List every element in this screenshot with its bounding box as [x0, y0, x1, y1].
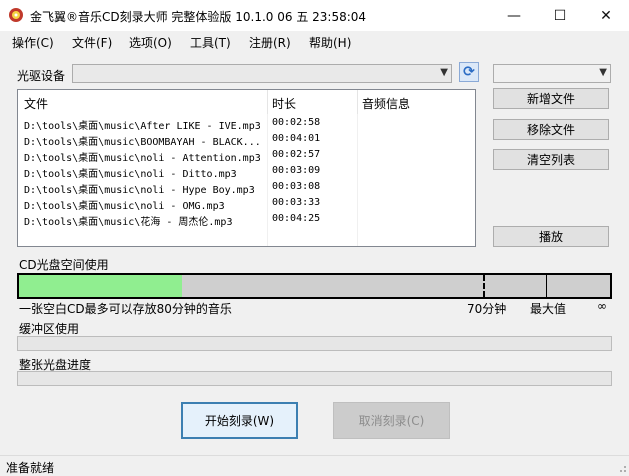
file-path: D:\tools\桌面\music\noli - Ditto.mp3 [24, 169, 237, 180]
add-file-button[interactable]: 新增文件 [493, 88, 609, 109]
table-row[interactable]: D:\tools\桌面\music\noli - Hype Boy.mp3 00… [18, 180, 475, 196]
table-row[interactable]: D:\tools\桌面\music\花海 - 周杰伦.mp3 00:04:25 [18, 212, 475, 228]
column-header-file[interactable]: 文件 [24, 95, 48, 112]
file-duration: 00:04:01 [272, 133, 321, 144]
buffer-progress-bar [17, 336, 612, 351]
maximize-button[interactable]: ☐ [537, 0, 583, 31]
mark-70-min-label: 70分钟 [467, 302, 507, 316]
file-duration: 00:03:33 [272, 197, 321, 208]
file-path: D:\tools\桌面\music\BOOMBAYAH - BLACK... [24, 137, 261, 148]
cd-space-label: CD光盘空间使用 [19, 258, 109, 272]
menu-options[interactable]: 选项(O) [129, 34, 172, 51]
file-path: D:\tools\桌面\music\noli - Hype Boy.mp3 [24, 185, 255, 196]
disc-progress-bar [17, 371, 612, 386]
status-bar: 准备就绪 [0, 455, 629, 475]
mark-max-label: 最大值 [530, 302, 567, 316]
table-row[interactable]: D:\tools\桌面\music\BOOMBAYAH - BLACK... 0… [18, 132, 475, 148]
mark-70-min-line [483, 275, 485, 297]
file-path: D:\tools\桌面\music\After LIKE - IVE.mp3 [24, 121, 261, 132]
column-header-duration[interactable]: 时长 [272, 95, 296, 112]
cd-capacity-caption: 一张空白CD最多可以存放80分钟的音乐 [19, 302, 232, 316]
remove-file-button[interactable]: 移除文件 [493, 119, 609, 140]
mark-infinity-label: ∞ [597, 299, 607, 313]
table-row[interactable]: D:\tools\桌面\music\noli - Attention.mp3 0… [18, 148, 475, 164]
app-cd-icon [9, 8, 23, 22]
column-header-audio-info[interactable]: 音频信息 [362, 95, 410, 112]
menu-operate[interactable]: 操作(C) [12, 34, 54, 51]
file-list[interactable]: 文件 时长 音频信息 D:\tools\桌面\music\After LIKE … [17, 89, 476, 247]
status-text: 准备就绪 [6, 461, 55, 475]
file-duration: 00:02:58 [272, 117, 321, 128]
menu-file[interactable]: 文件(F) [72, 34, 112, 51]
title-bar: 金飞翼®音乐CD刻录大师 完整体验版 10.1.0 06 五 23:58:04 … [0, 0, 629, 31]
file-duration: 00:03:08 [272, 181, 321, 192]
file-path: D:\tools\桌面\music\noli - Attention.mp3 [24, 153, 261, 164]
window-title: 金飞翼®音乐CD刻录大师 完整体验版 10.1.0 06 五 23:58:04 [30, 10, 367, 24]
file-duration: 00:02:57 [272, 149, 321, 160]
file-duration: 00:03:09 [272, 165, 321, 176]
minimize-button[interactable]: — [491, 0, 537, 31]
mark-max-line [546, 275, 547, 297]
cancel-burn-button[interactable]: 取消刻录(C) [333, 402, 450, 439]
drive-select[interactable]: ▼ [72, 64, 452, 83]
menu-tools[interactable]: 工具(T) [190, 34, 231, 51]
play-button[interactable]: 播放 [493, 226, 609, 247]
chevron-down-icon: ▼ [599, 67, 607, 78]
start-burn-button[interactable]: 开始刻录(W) [181, 402, 298, 439]
refresh-button[interactable]: ⟳ [459, 62, 479, 82]
cd-space-used-fill [19, 275, 183, 297]
file-path: D:\tools\桌面\music\noli - OMG.mp3 [24, 201, 225, 212]
refresh-icon: ⟳ [463, 64, 475, 80]
resize-grip-icon[interactable] [617, 463, 627, 473]
table-row[interactable]: D:\tools\桌面\music\noli - Ditto.mp3 00:03… [18, 164, 475, 180]
menu-help[interactable]: 帮助(H) [309, 34, 351, 51]
file-list-header: 文件 时长 音频信息 [18, 90, 475, 114]
file-duration: 00:04:25 [272, 213, 321, 224]
speed-select[interactable]: ▼ [493, 64, 611, 83]
table-row[interactable]: D:\tools\桌面\music\noli - OMG.mp3 00:03:3… [18, 196, 475, 212]
menu-register[interactable]: 注册(R) [249, 34, 291, 51]
close-button[interactable]: ✕ [583, 0, 629, 31]
file-path: D:\tools\桌面\music\花海 - 周杰伦.mp3 [24, 217, 233, 228]
chevron-down-icon: ▼ [440, 67, 448, 78]
drive-label: 光驱设备 [17, 69, 66, 83]
clear-list-button[interactable]: 清空列表 [493, 149, 609, 170]
cd-space-bar [17, 273, 612, 299]
table-row[interactable]: D:\tools\桌面\music\After LIKE - IVE.mp3 0… [18, 116, 475, 132]
buffer-label: 缓冲区使用 [19, 322, 80, 336]
